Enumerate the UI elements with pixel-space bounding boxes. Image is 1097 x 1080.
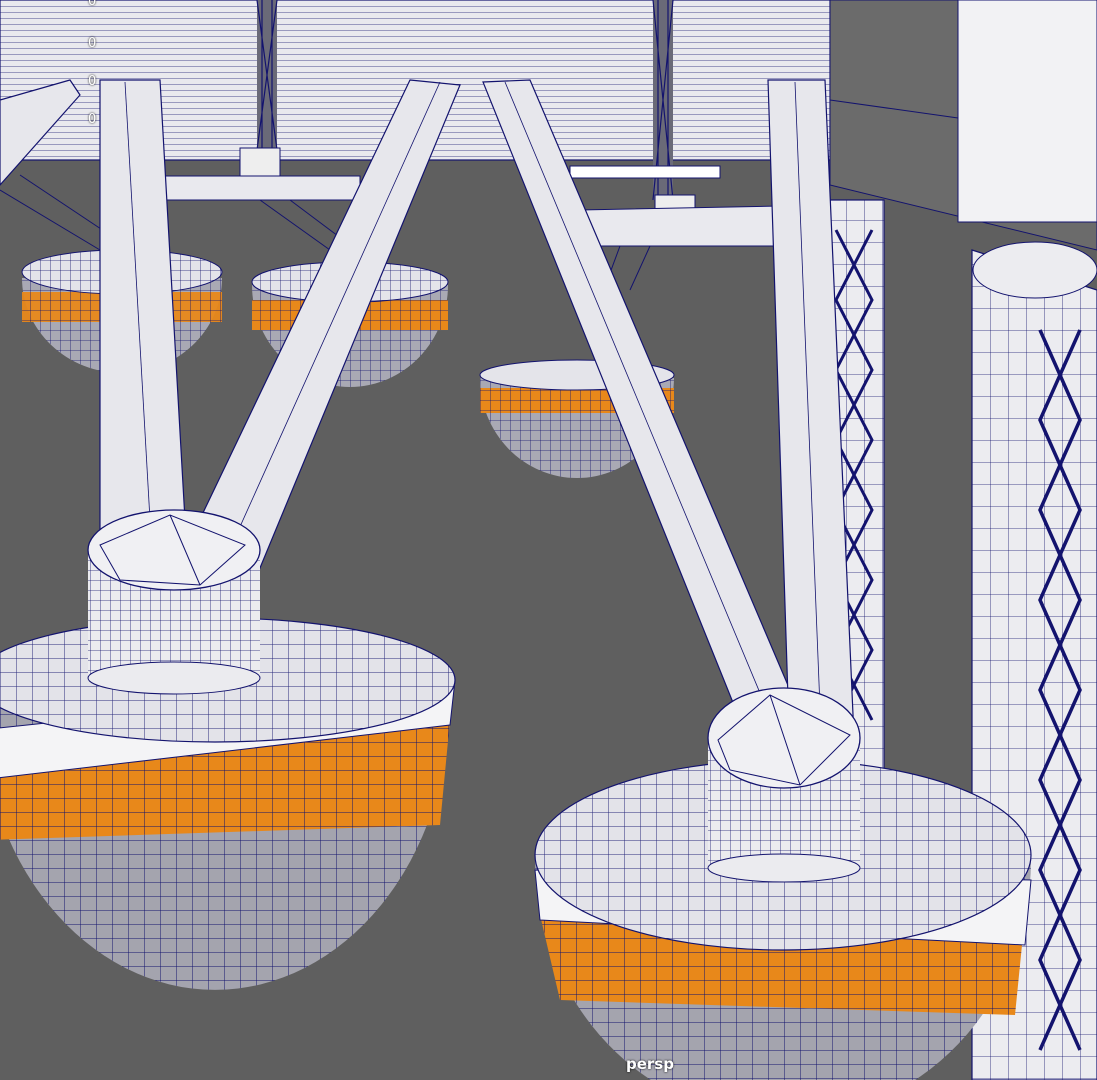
hud-value: 0 [88, 74, 97, 89]
camera-label: persp [626, 1055, 674, 1073]
hud-value: 0 [88, 0, 97, 9]
hud-value: 0 [88, 112, 97, 127]
hud-value: 0 [88, 36, 97, 51]
maya-perspective-viewport[interactable]: 0 0 0 0 persp [0, 0, 1097, 1080]
